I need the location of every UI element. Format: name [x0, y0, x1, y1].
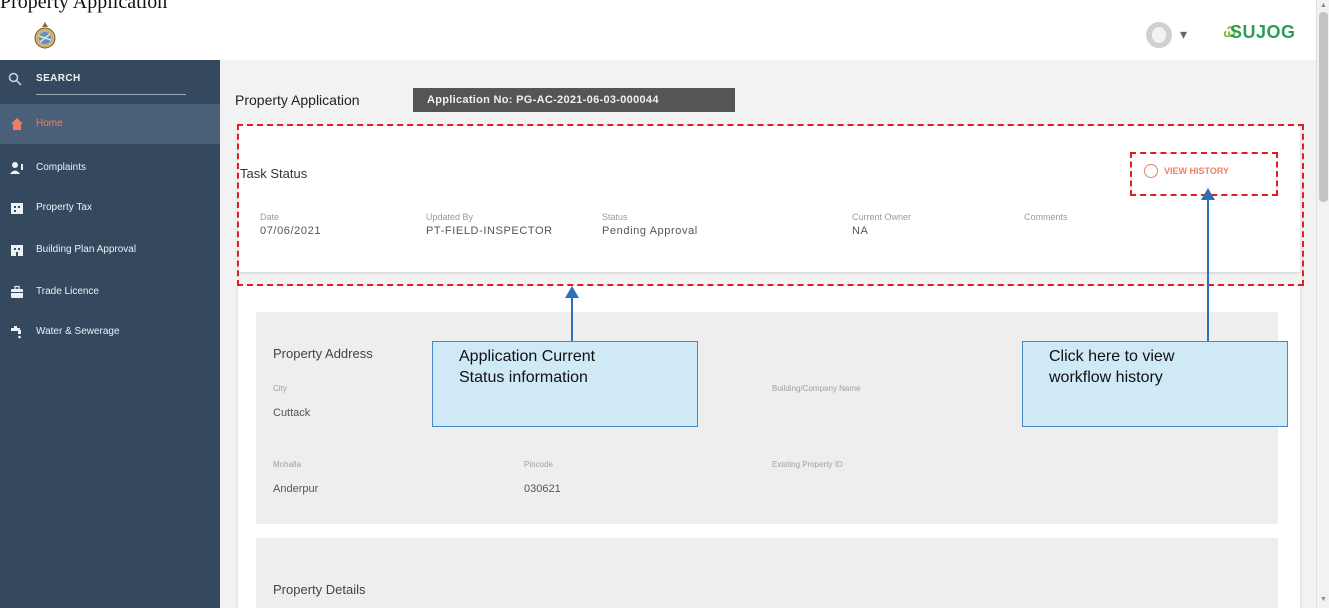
task-status-highlight-frame: [237, 124, 1304, 286]
view-history-callout: Click here to view workflow history: [1022, 341, 1288, 427]
address-field-city: City Cuttack: [273, 384, 310, 419]
building-icon: [11, 245, 23, 256]
search-underline: [36, 94, 186, 95]
property-details-section: Property Details: [256, 538, 1278, 608]
sidebar-item-water-sewerage[interactable]: Water & Sewerage: [0, 312, 220, 352]
property-details-title: Property Details: [273, 582, 366, 597]
field-value: 030621: [524, 483, 561, 495]
scroll-down-icon[interactable]: ▼: [1320, 596, 1327, 603]
field-label: Building/Company Name: [772, 384, 861, 393]
sidebar-item-label: Home: [36, 118, 63, 129]
property-tax-icon: [11, 203, 23, 214]
sidebar-item-label: Building Plan Approval: [36, 244, 137, 255]
home-icon: [11, 118, 23, 130]
sidebar-item-label: Water & Sewerage: [36, 326, 120, 337]
vertical-scrollbar[interactable]: ▲ ▼: [1316, 0, 1329, 608]
sidebar: SEARCH Home Complaints Property Tax Buil…: [0, 60, 220, 608]
sidebar-item-label: Complaints: [36, 162, 87, 173]
address-field-pincode: Pincode 030621: [524, 460, 561, 495]
search-icon: [8, 72, 22, 86]
field-value: Anderpur: [273, 483, 319, 495]
search-label: SEARCH: [36, 73, 81, 84]
property-details-card: Property Address City Cuttack Building/C…: [238, 286, 1300, 608]
scroll-up-icon[interactable]: ▲: [1320, 2, 1327, 9]
chevron-down-icon[interactable]: ▾: [1180, 26, 1187, 43]
water-tap-icon: [11, 326, 21, 339]
top-bar: ▾ Ꮗ SUJOG: [0, 0, 1316, 60]
status-info-callout: Application Current Status information: [432, 341, 698, 427]
sidebar-item-label: Property Tax: [36, 202, 92, 213]
sidebar-search[interactable]: SEARCH: [0, 60, 220, 102]
sujog-logo: SUJOG: [1230, 22, 1296, 42]
field-label: Existing Property ID: [772, 460, 843, 469]
sidebar-item-property-tax[interactable]: Property Tax: [0, 188, 220, 228]
application-number-badge: Application No: PG-AC-2021-06-03-000044: [413, 88, 735, 112]
address-field-building-name: Building/Company Name: [772, 384, 861, 407]
scrollbar-thumb[interactable]: [1319, 12, 1328, 202]
complaints-icon: [10, 162, 23, 174]
callout-line: Click here to view: [1049, 348, 1175, 365]
callout-line: Status information: [459, 369, 588, 386]
callout-line: Application Current: [459, 348, 596, 365]
page-title: Property Application: [235, 92, 360, 108]
address-field-existing-property-id: Existing Property ID: [772, 460, 843, 483]
callout-line: workflow history: [1049, 369, 1163, 386]
up-arrow-icon: [565, 286, 579, 342]
field-label: Mohalla: [273, 460, 302, 469]
document-caption: Property Application: [0, 0, 168, 13]
sidebar-item-home[interactable]: Home: [0, 104, 220, 144]
sidebar-item-label: Trade Licence: [36, 286, 99, 297]
field-label: Pincode: [524, 460, 553, 469]
up-arrow-icon: [1201, 188, 1215, 342]
field-label: City: [273, 384, 287, 393]
briefcase-icon: [11, 285, 23, 298]
sidebar-item-complaints[interactable]: Complaints: [0, 148, 220, 188]
address-field-mohalla: Mohalla Anderpur: [273, 460, 318, 495]
odisha-emblem-icon: [34, 22, 56, 49]
user-avatar-icon[interactable]: [1146, 22, 1172, 48]
field-value: Cuttack: [273, 407, 311, 419]
sidebar-item-trade-licence[interactable]: Trade Licence: [0, 272, 220, 312]
property-address-title: Property Address: [273, 346, 373, 361]
sidebar-item-building-plan-approval[interactable]: Building Plan Approval: [0, 230, 220, 270]
